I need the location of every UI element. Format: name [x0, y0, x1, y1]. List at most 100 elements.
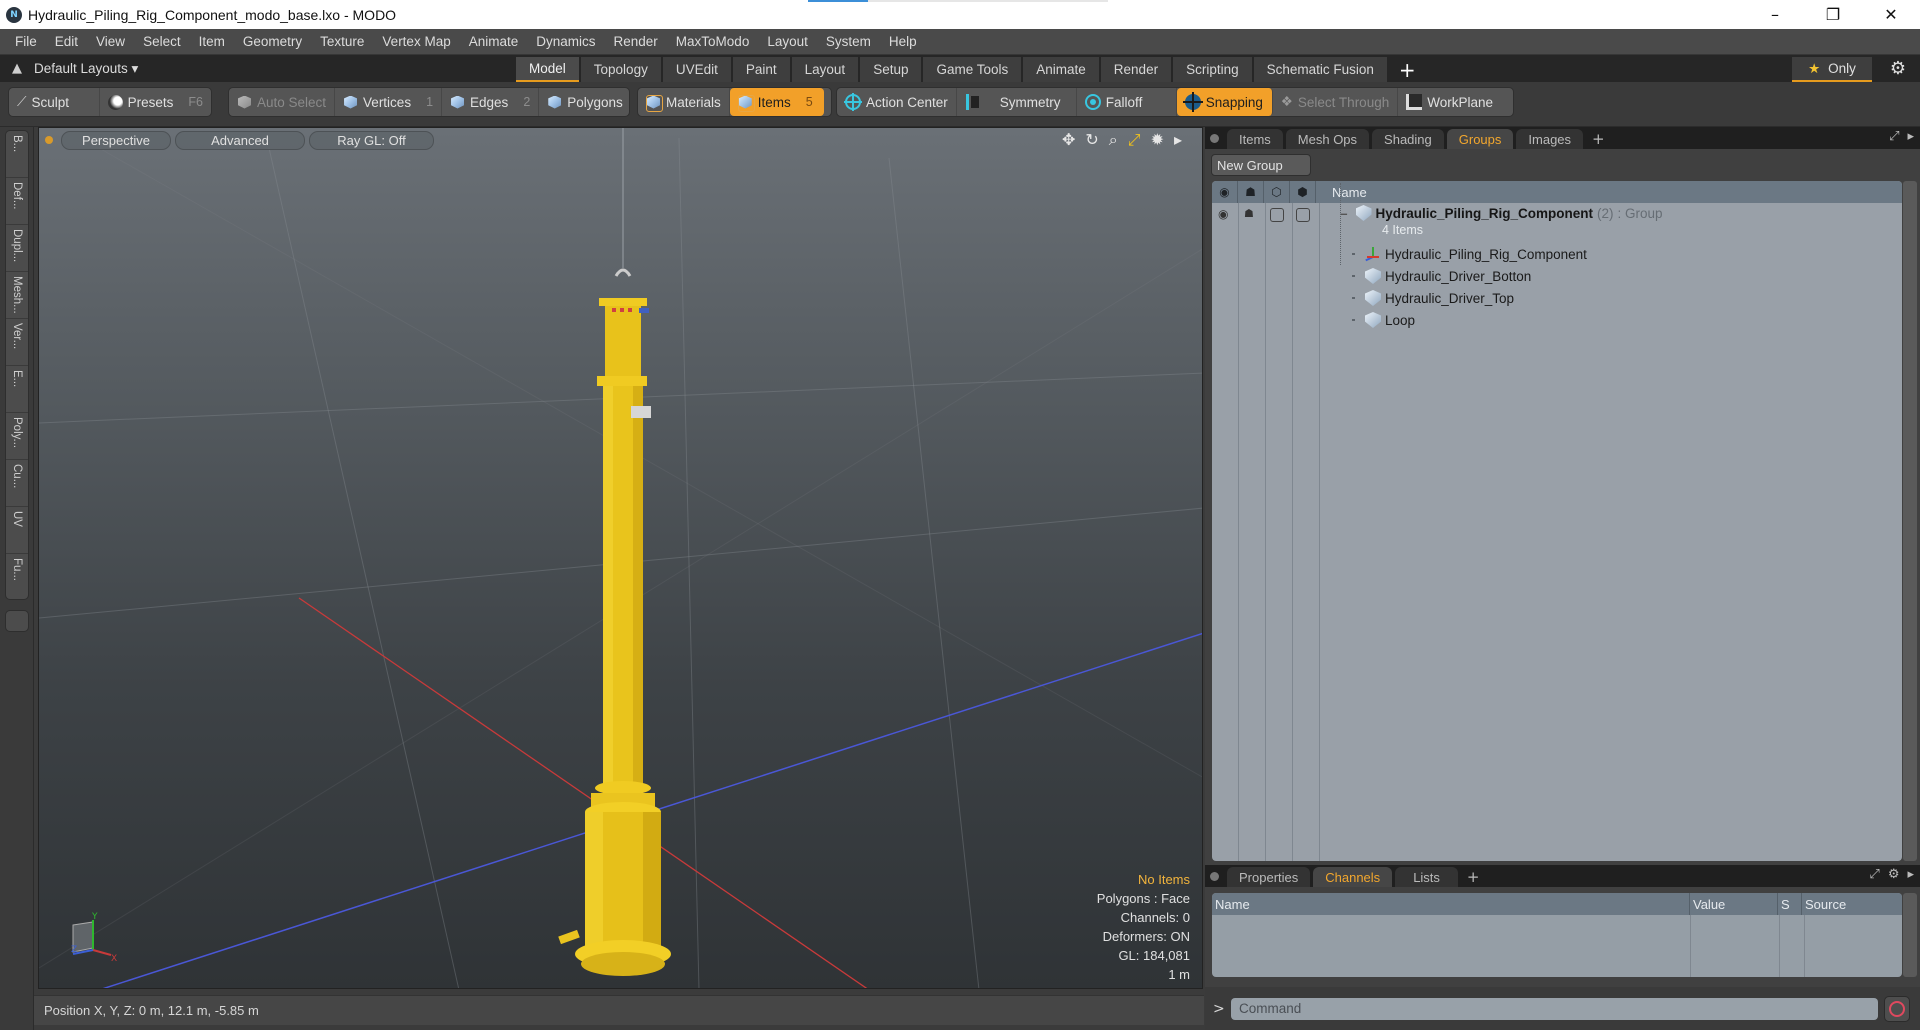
- action-center-button[interactable]: Action Center: [837, 88, 957, 116]
- zoom-icon[interactable]: ⌕: [1109, 130, 1118, 150]
- add-panel-tab-button[interactable]: +: [1586, 129, 1611, 149]
- pan-icon[interactable]: ✥: [1062, 130, 1075, 150]
- lock-column-icon[interactable]: ☗: [1238, 181, 1264, 203]
- channel-value-header[interactable]: Value: [1690, 893, 1778, 915]
- record-macro-button[interactable]: [1884, 995, 1910, 1022]
- left-strip-extra-button[interactable]: [5, 610, 29, 632]
- items-button[interactable]: Items 5: [729, 88, 824, 116]
- falloff-button[interactable]: Falloff: [1077, 88, 1177, 116]
- vtab-mesh[interactable]: Mesh...: [6, 272, 28, 319]
- menu-view[interactable]: View: [87, 34, 134, 49]
- list-item[interactable]: Hydraulic_Piling_Rig_Component: [1212, 243, 1902, 265]
- vtab-deform[interactable]: Def...: [6, 178, 28, 225]
- tab-layout[interactable]: Layout: [791, 57, 859, 82]
- tab-properties[interactable]: Properties: [1227, 867, 1311, 887]
- menu-geometry[interactable]: Geometry: [234, 34, 311, 49]
- tab-paint[interactable]: Paint: [732, 57, 790, 82]
- render-column-icon[interactable]: ⬢: [1290, 181, 1316, 203]
- menu-dynamics[interactable]: Dynamics: [527, 34, 604, 49]
- add-panel-tab-button[interactable]: +: [1461, 867, 1486, 887]
- rotate-icon[interactable]: ↻: [1085, 130, 1098, 150]
- tab-mesh-ops[interactable]: Mesh Ops: [1285, 129, 1370, 149]
- channel-name-header[interactable]: Name: [1212, 893, 1690, 915]
- menu-texture[interactable]: Texture: [311, 34, 373, 49]
- maximize-panel-icon[interactable]: ⤢: [1889, 129, 1899, 144]
- 3d-viewport[interactable]: Perspective Advanced Ray GL: Off ✥ ↻ ⌕ ⤢…: [38, 127, 1203, 989]
- panel-menu-dot-icon[interactable]: [1210, 872, 1219, 881]
- maximize-panel-icon[interactable]: ⤢: [1869, 867, 1879, 882]
- menu-maxtomodo[interactable]: MaxToModo: [667, 34, 759, 49]
- list-item[interactable]: Loop: [1212, 309, 1902, 331]
- selectable-column-icon[interactable]: ⬡: [1264, 181, 1290, 203]
- channel-s-header[interactable]: S: [1778, 893, 1802, 915]
- panel-gear-icon[interactable]: ⚙: [1888, 867, 1900, 882]
- snapping-button[interactable]: Snapping: [1176, 88, 1273, 116]
- vtab-polygon[interactable]: Poly...: [6, 413, 28, 460]
- vtab-fusion[interactable]: Fu...: [6, 554, 28, 601]
- groups-scrollbar[interactable]: [1903, 181, 1917, 861]
- fit-view-icon[interactable]: ⤢: [1128, 130, 1141, 150]
- shading-mode-dropdown[interactable]: Advanced: [175, 130, 305, 150]
- menu-item[interactable]: Item: [190, 34, 234, 49]
- viewport-settings-icon[interactable]: ✹: [1151, 130, 1164, 150]
- tab-model[interactable]: Model: [516, 57, 579, 82]
- menu-system[interactable]: System: [817, 34, 880, 49]
- menu-edit[interactable]: Edit: [46, 34, 87, 49]
- eye-icon[interactable]: ◉: [1218, 208, 1234, 220]
- menu-file[interactable]: File: [6, 34, 46, 49]
- only-toggle-button[interactable]: ★ Only: [1792, 57, 1872, 82]
- tab-uvedit[interactable]: UVEdit: [662, 57, 731, 82]
- tab-game-tools[interactable]: Game Tools: [923, 57, 1022, 82]
- tab-render[interactable]: Render: [1100, 57, 1172, 82]
- tab-lists[interactable]: Lists: [1395, 867, 1458, 887]
- visibility-column-icon[interactable]: ◉: [1212, 181, 1238, 203]
- menu-layout[interactable]: Layout: [758, 34, 817, 49]
- tab-items[interactable]: Items: [1227, 129, 1283, 149]
- vtab-edge[interactable]: E...: [6, 366, 28, 413]
- group-row[interactable]: ◉ ☗ – Hydraulic_Piling_Rig_Component (2)…: [1212, 203, 1902, 243]
- tab-animate[interactable]: Animate: [1023, 57, 1099, 82]
- close-button[interactable]: ✕: [1862, 0, 1920, 29]
- panel-menu-dot-icon[interactable]: [1210, 134, 1219, 143]
- vtab-basic[interactable]: B...: [6, 131, 28, 178]
- list-item[interactable]: Hydraulic_Driver_Top: [1212, 287, 1902, 309]
- collapse-up-icon[interactable]: ▲: [0, 61, 34, 76]
- hydraulic-piling-rig-model[interactable]: [558, 128, 671, 976]
- menu-render[interactable]: Render: [605, 34, 667, 49]
- edges-button[interactable]: Edges 2: [442, 88, 540, 116]
- menu-select[interactable]: Select: [134, 34, 190, 49]
- viewport-expand-arrow-icon[interactable]: ▸: [1174, 130, 1182, 150]
- add-layout-tab-button[interactable]: +: [1389, 57, 1426, 82]
- auto-select-button[interactable]: Auto Select: [229, 88, 336, 116]
- menu-vertex-map[interactable]: Vertex Map: [373, 34, 459, 49]
- tab-images[interactable]: Images: [1516, 129, 1584, 149]
- sculpt-button[interactable]: ⟋ Sculpt: [9, 88, 100, 116]
- selectable-toggle[interactable]: [1270, 208, 1284, 222]
- select-through-button[interactable]: ❖ Select Through: [1273, 88, 1399, 116]
- symmetry-button[interactable]: Symmetry: [957, 88, 1077, 116]
- materials-button[interactable]: Materials: [638, 88, 730, 116]
- lock-icon[interactable]: ☗: [1244, 208, 1258, 220]
- polygons-button[interactable]: Polygons: [539, 88, 631, 116]
- vtab-vertex[interactable]: Ver...: [6, 319, 28, 366]
- tab-groups[interactable]: Groups: [1446, 129, 1514, 149]
- maximize-button[interactable]: ❐: [1804, 0, 1862, 29]
- presets-button[interactable]: Presets F6: [100, 88, 211, 116]
- vtab-uv[interactable]: UV: [6, 507, 28, 554]
- tab-topology[interactable]: Topology: [580, 57, 661, 82]
- name-column-header[interactable]: Name: [1316, 185, 1367, 200]
- panel-expand-arrow-icon[interactable]: ▸: [1907, 129, 1914, 144]
- minimize-button[interactable]: –: [1746, 0, 1804, 29]
- default-layouts-dropdown[interactable]: Default Layouts ▾: [34, 61, 138, 77]
- tab-channels[interactable]: Channels: [1313, 867, 1393, 887]
- channels-scrollbar[interactable]: [1903, 893, 1917, 977]
- channel-source-header[interactable]: Source: [1802, 893, 1902, 915]
- tab-shading[interactable]: Shading: [1372, 129, 1444, 149]
- new-group-button[interactable]: New Group: [1211, 154, 1311, 176]
- tab-setup[interactable]: Setup: [860, 57, 922, 82]
- list-item[interactable]: Hydraulic_Driver_Botton: [1212, 265, 1902, 287]
- tab-schematic-fusion[interactable]: Schematic Fusion: [1253, 57, 1387, 82]
- tab-scripting[interactable]: Scripting: [1173, 57, 1252, 82]
- panel-expand-arrow-icon[interactable]: ▸: [1907, 867, 1914, 882]
- vertices-button[interactable]: Vertices 1: [335, 88, 443, 116]
